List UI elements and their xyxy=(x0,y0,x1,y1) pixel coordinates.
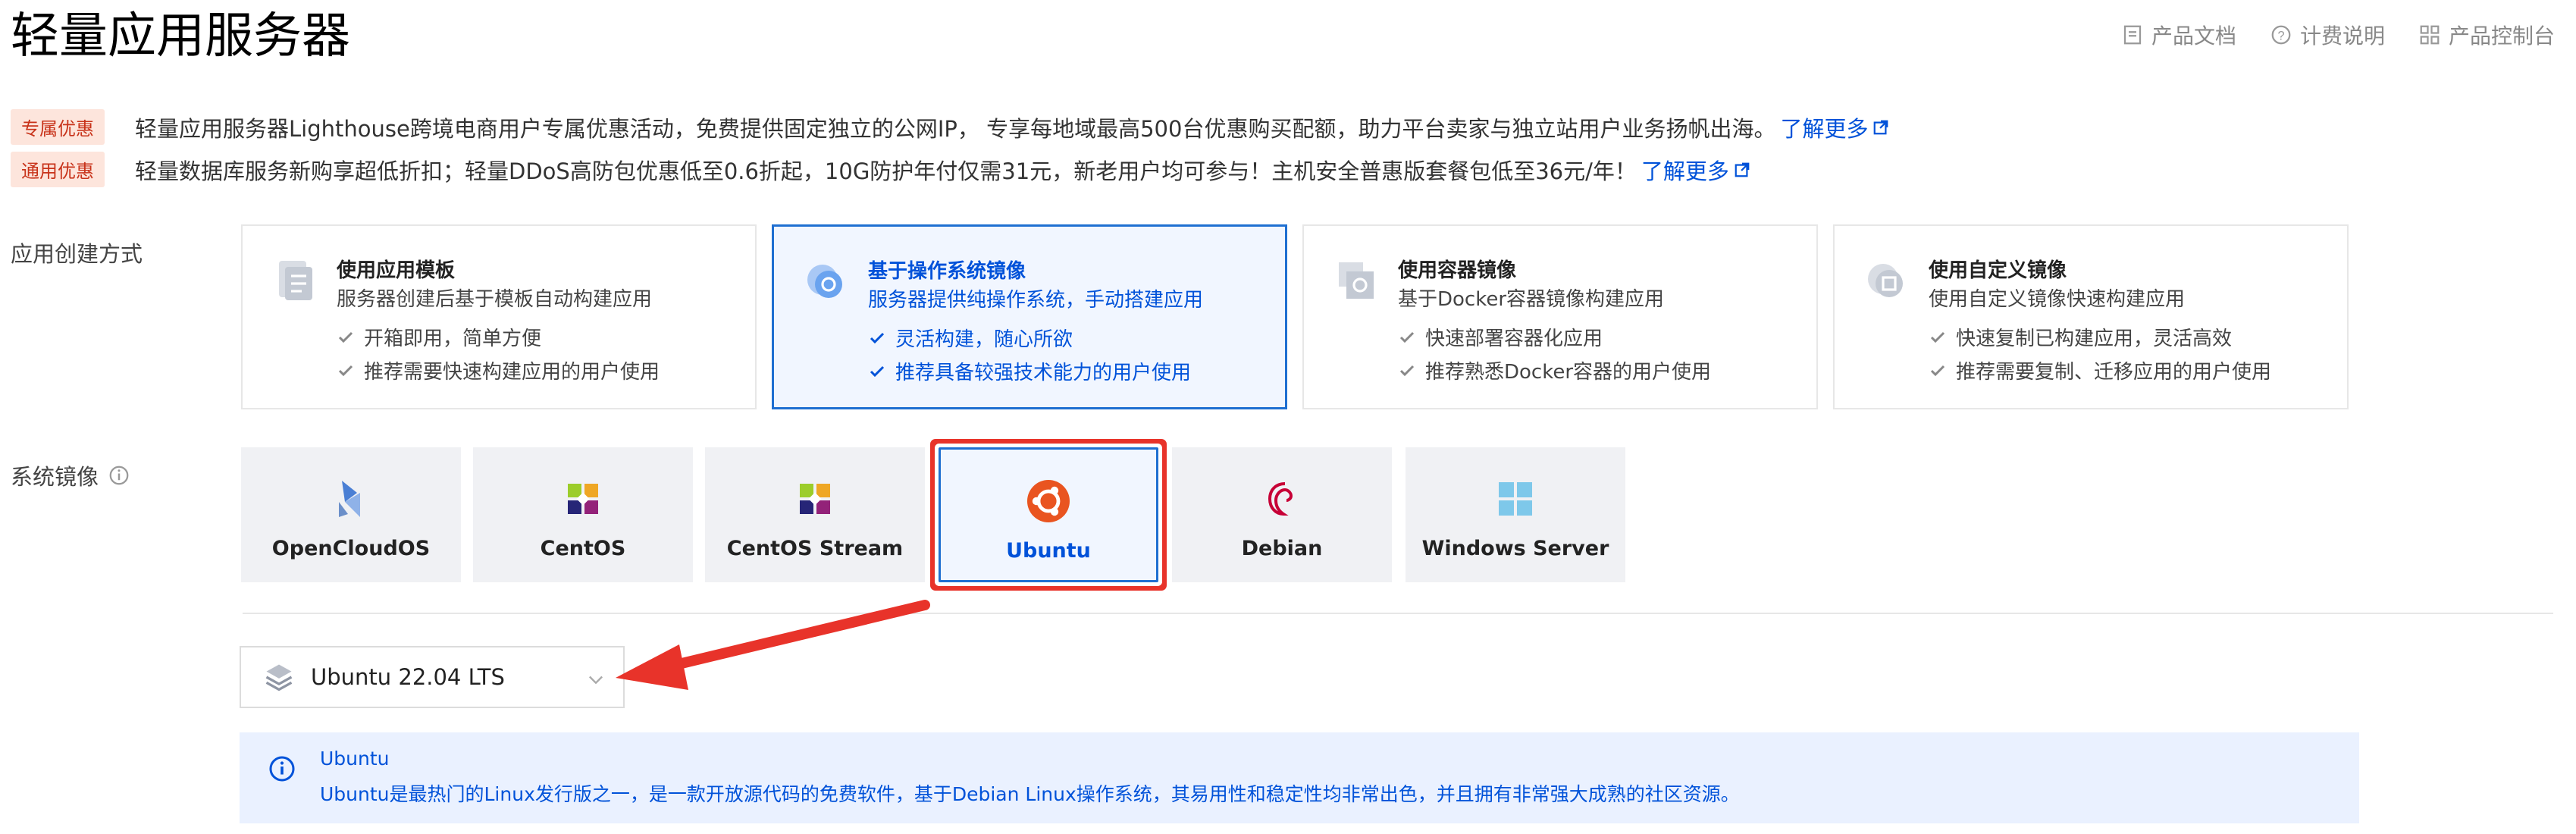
billing-info-link[interactable]: ? 计费说明 xyxy=(2270,20,2385,50)
check-icon xyxy=(338,331,353,343)
promo-text-exclusive: 轻量应用服务器Lighthouse跨境电商用户专属优惠活动，免费提供固定独立的公… xyxy=(135,115,1776,142)
method-desc: 使用自定义镜像快速构建应用 xyxy=(1929,288,2186,311)
info-circle-icon xyxy=(269,756,295,782)
external-link-icon xyxy=(1874,120,1888,134)
billing-info-label: 计费说明 xyxy=(2299,24,2385,49)
app-template-icon xyxy=(279,261,312,300)
question-circle-icon: ? xyxy=(2271,25,2291,45)
info-circle-icon[interactable] xyxy=(108,464,130,487)
creation-method-label: 应用创建方式 xyxy=(11,237,143,268)
check-icon xyxy=(870,332,885,343)
method-feature-text: 快速复制已构建应用，灵活高效 xyxy=(1956,328,2233,350)
method-feature-text: 推荐需要快速构建应用的用户使用 xyxy=(364,361,660,384)
os-name: Debian xyxy=(1241,537,1323,560)
os-version-select[interactable]: Ubuntu 22.04 LTS xyxy=(240,646,625,708)
method-title: 基于操作系统镜像 xyxy=(868,260,1026,283)
os-name: CentOS xyxy=(540,537,626,560)
method-desc: 服务器创建后基于模板自动构建应用 xyxy=(337,288,653,311)
method-desc: 基于Docker容器镜像构建应用 xyxy=(1398,288,1665,311)
check-icon xyxy=(338,365,353,376)
promo-text-general: 轻量数据库服务新购享超低折扣；轻量DDoS高防包优惠低至0.6折起，10G防护年… xyxy=(135,158,1637,184)
os-version-value: Ubuntu 22.04 LTS xyxy=(311,664,505,690)
os-option-ubuntu[interactable]: Ubuntu xyxy=(939,447,1158,582)
learn-more-link-exclusive[interactable]: 了解更多 xyxy=(1780,111,1889,143)
svg-text:?: ? xyxy=(2277,29,2284,42)
os-option-centos[interactable]: CentOS xyxy=(473,447,693,582)
method-title: 使用自定义镜像 xyxy=(1929,259,2067,282)
promo-badge-general: 通用优惠 xyxy=(11,152,105,187)
method-feature: 推荐需要复制、迁移应用的用户使用 xyxy=(1929,356,2271,384)
os-name: Ubuntu xyxy=(1006,539,1091,563)
image-stack-icon xyxy=(265,664,293,691)
document-icon xyxy=(2123,25,2142,45)
product-console-label: 产品控制台 xyxy=(2448,24,2555,49)
os-name: Windows Server xyxy=(1421,537,1609,560)
centos-logo-icon xyxy=(568,484,598,514)
method-feature-text: 推荐需要复制、迁移应用的用户使用 xyxy=(1956,361,2272,384)
check-icon xyxy=(1399,365,1415,376)
centos-stream-logo-icon xyxy=(800,484,830,514)
os-option-centos-stream[interactable]: CentOS Stream xyxy=(705,447,925,582)
method-feature: 推荐熟悉Docker容器的用户使用 xyxy=(1398,356,1711,384)
header-links: 产品文档 ? 计费说明 产品控制台 xyxy=(2121,20,2555,50)
os-image-icon xyxy=(807,265,842,298)
method-feature-text: 灵活构建，随心所欲 xyxy=(895,328,1073,351)
method-feature-text: 快速部署容器化应用 xyxy=(1425,328,1603,350)
creation-method-text: 应用创建方式 xyxy=(11,241,143,267)
pointer-arrow-icon xyxy=(616,600,930,690)
method-feature: 推荐具备较强技术能力的用户使用 xyxy=(868,357,1191,385)
method-card-custom-image[interactable]: 使用自定义镜像 使用自定义镜像快速构建应用 快速复制已构建应用，灵活高效 推荐需… xyxy=(1833,224,2349,409)
method-feature-text: 开箱即用，简单方便 xyxy=(364,328,542,350)
debian-logo-icon xyxy=(1268,482,1293,516)
method-feature: 灵活构建，随心所欲 xyxy=(868,324,1073,352)
ubuntu-logo-icon xyxy=(1027,480,1070,522)
method-feature: 推荐需要快速构建应用的用户使用 xyxy=(337,356,660,384)
chevron-down-icon xyxy=(589,676,603,685)
os-name: CentOS Stream xyxy=(726,537,904,560)
check-icon xyxy=(870,365,885,377)
check-icon xyxy=(1930,331,1945,343)
info-desc: Ubuntu是最热门的Linux发行版之一，是一款开放源代码的免费软件，基于De… xyxy=(320,783,1740,805)
product-console-link[interactable]: 产品控制台 xyxy=(2418,20,2555,50)
check-icon xyxy=(1930,365,1945,376)
os-info-box: Ubuntu Ubuntu是最热门的Linux发行版之一，是一款开放源代码的免费… xyxy=(240,732,2359,823)
os-option-opencloudos[interactable]: OpenCloudOS xyxy=(241,447,461,582)
external-link-icon xyxy=(1735,162,1750,177)
method-feature: 开箱即用，简单方便 xyxy=(337,323,541,351)
method-feature: 快速复制已构建应用，灵活高效 xyxy=(1929,323,2232,351)
method-feature: 快速部署容器化应用 xyxy=(1398,323,1603,351)
system-image-label: 系统镜像 xyxy=(11,459,130,491)
method-card-app-template[interactable]: 使用应用模板 服务器创建后基于模板自动构建应用 开箱即用，简单方便 推荐需要快速… xyxy=(241,224,757,409)
learn-more-label: 了解更多 xyxy=(1641,158,1729,184)
method-title: 使用应用模板 xyxy=(337,259,456,282)
system-image-text: 系统镜像 xyxy=(11,464,99,490)
learn-more-link-general[interactable]: 了解更多 xyxy=(1641,154,1750,186)
check-icon xyxy=(1399,331,1415,343)
promo-badge-exclusive: 专属优惠 xyxy=(11,109,105,145)
page-title: 轻量应用服务器 xyxy=(11,8,350,64)
windows-logo-icon xyxy=(1499,482,1532,516)
product-docs-label: 产品文档 xyxy=(2151,24,2236,49)
opencloudos-logo-icon xyxy=(339,481,360,517)
custom-image-icon xyxy=(1868,264,1903,297)
os-option-windows-server[interactable]: Windows Server xyxy=(1406,447,1625,582)
promo-exclusive: 专属优惠 轻量应用服务器Lighthouse跨境电商用户专属优惠活动，免费提供固… xyxy=(11,109,1889,145)
container-image-icon xyxy=(1339,262,1374,299)
method-card-os-image[interactable]: 基于操作系统镜像 服务器提供纯操作系统，手动搭建应用 灵活构建，随心所欲 推荐具… xyxy=(772,224,1287,409)
grid-icon xyxy=(2420,25,2440,45)
method-feature-text: 推荐熟悉Docker容器的用户使用 xyxy=(1425,361,1712,384)
section-divider xyxy=(243,613,2553,614)
method-desc: 服务器提供纯操作系统，手动搭建应用 xyxy=(868,289,1204,312)
promo-general: 通用优惠 轻量数据库服务新购享超低折扣；轻量DDoS高防包优惠低至0.6折起，1… xyxy=(11,152,1750,187)
info-title: Ubuntu xyxy=(320,748,390,770)
method-card-container-image[interactable]: 使用容器镜像 基于Docker容器镜像构建应用 快速部署容器化应用 推荐熟悉Do… xyxy=(1302,224,1818,409)
product-docs-link[interactable]: 产品文档 xyxy=(2121,20,2236,50)
method-feature-text: 推荐具备较强技术能力的用户使用 xyxy=(895,362,1192,384)
os-option-debian[interactable]: Debian xyxy=(1172,447,1392,582)
learn-more-label: 了解更多 xyxy=(1780,115,1869,142)
os-name: OpenCloudOS xyxy=(271,537,431,560)
method-title: 使用容器镜像 xyxy=(1398,259,1517,282)
